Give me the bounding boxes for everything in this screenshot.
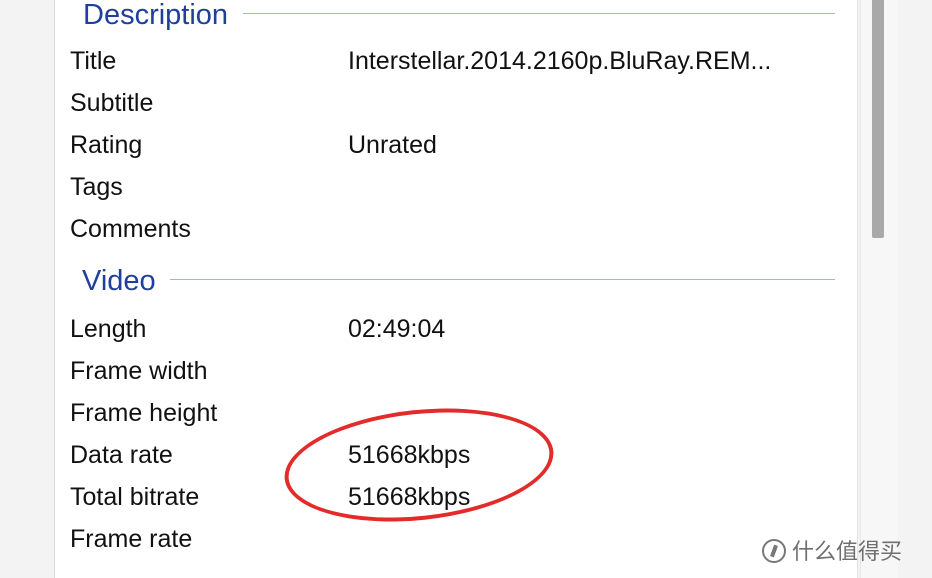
frame-height-label: Frame height	[70, 399, 218, 427]
title-value[interactable]: Interstellar.2014.2160p.BluRay.REM...	[348, 47, 771, 75]
data-rate-label: Data rate	[70, 441, 173, 469]
left-window-edge	[0, 0, 54, 578]
frame-width-label: Frame width	[70, 357, 208, 385]
properties-window: Description Title Interstellar.2014.2160…	[0, 0, 932, 578]
length-label: Length	[70, 315, 147, 343]
description-section-divider	[243, 13, 835, 14]
length-value: 02:49:04	[348, 315, 446, 343]
comments-label: Comments	[70, 215, 191, 243]
watermark: 什么值得买	[762, 538, 902, 566]
subtitle-label: Subtitle	[70, 89, 154, 117]
right-window-edge	[898, 0, 932, 578]
description-section-title: Description	[83, 0, 229, 31]
tags-label: Tags	[70, 173, 123, 201]
rating-label: Rating	[70, 131, 143, 159]
rating-value[interactable]: Unrated	[348, 131, 437, 159]
video-section-title: Video	[82, 265, 156, 297]
video-section-divider	[170, 279, 835, 280]
total-bitrate-label: Total bitrate	[70, 483, 200, 511]
frame-rate-label: Frame rate	[70, 525, 193, 553]
watermark-text: 什么值得买	[792, 539, 903, 564]
watermark-logo-icon	[762, 539, 786, 563]
scrollbar-thumb[interactable]	[872, 0, 884, 238]
title-label: Title	[70, 47, 117, 75]
